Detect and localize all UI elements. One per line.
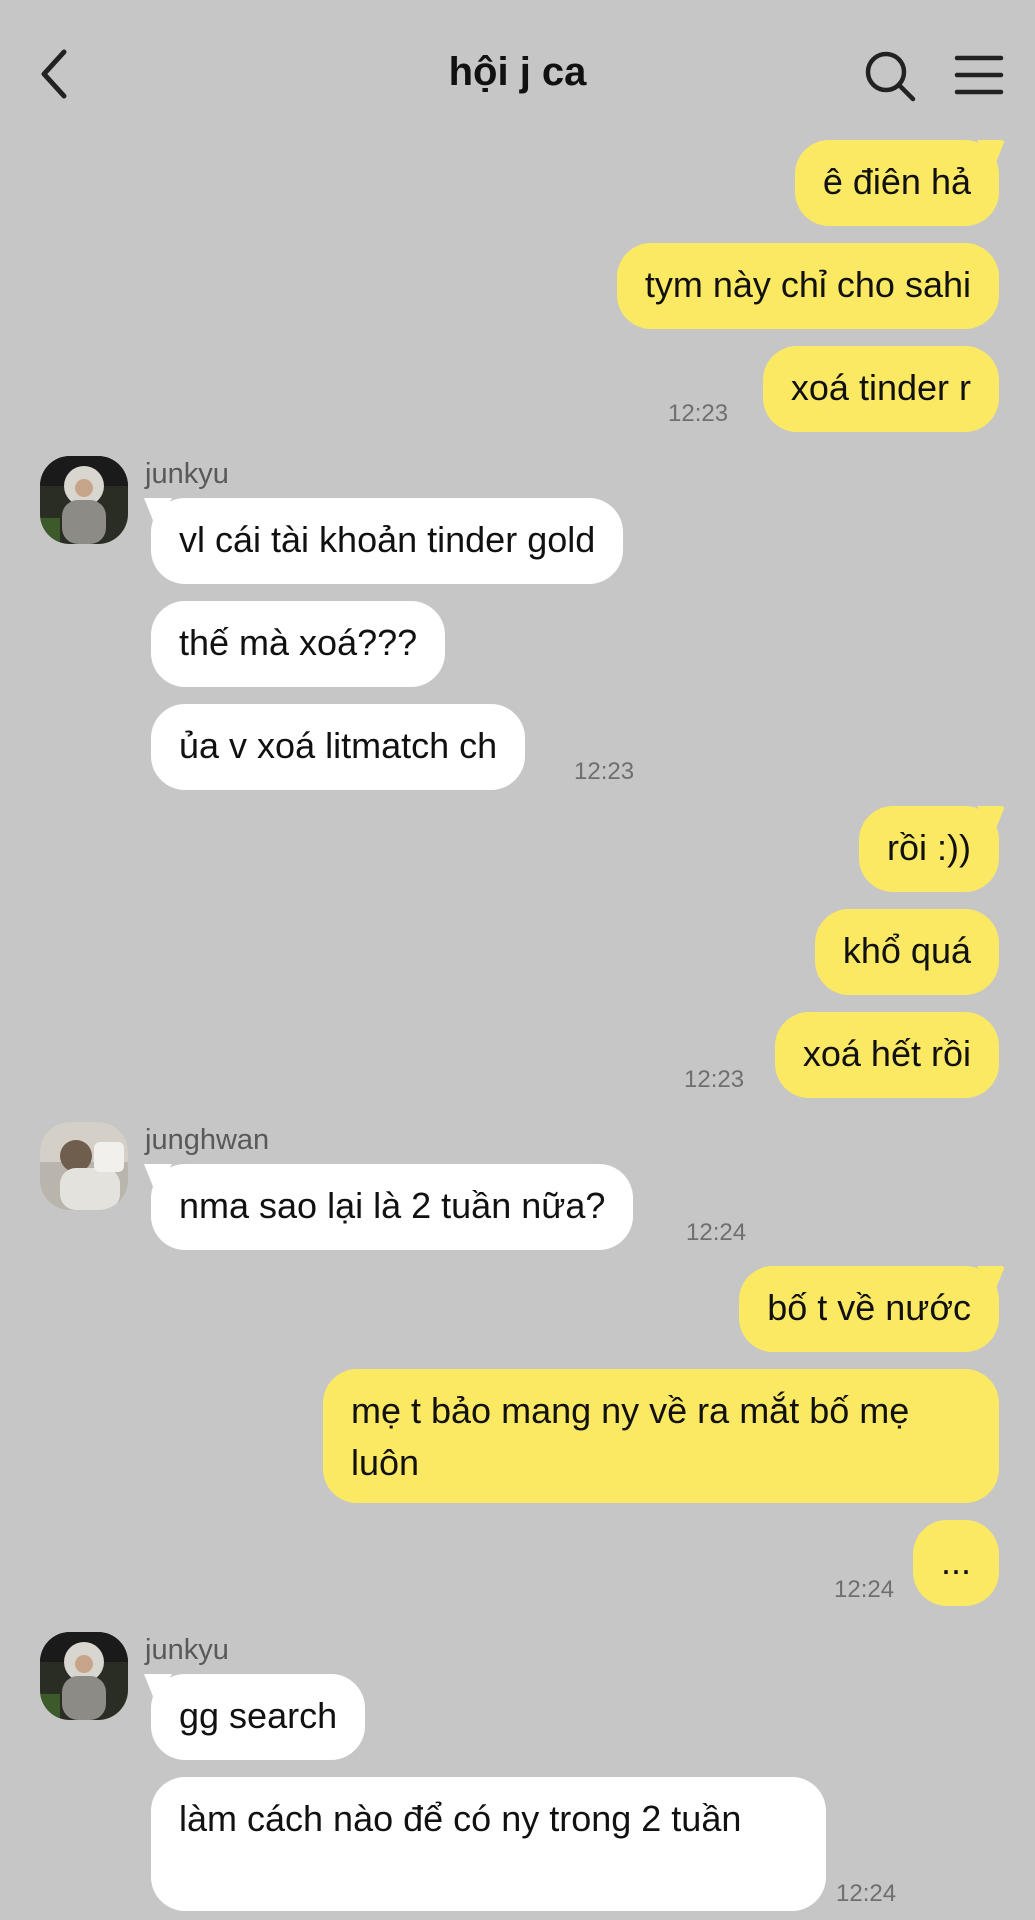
outgoing-message[interactable]: ê điên hả bbox=[794, 140, 999, 226]
outgoing-message[interactable]: khổ quá bbox=[814, 909, 999, 995]
outgoing-message[interactable]: ... bbox=[912, 1520, 999, 1606]
message-timestamp: 12:24 bbox=[836, 1880, 897, 1907]
incoming-message[interactable]: gg search bbox=[151, 1674, 366, 1760]
sender-name: junkyu bbox=[145, 458, 229, 490]
incoming-message[interactable]: thế mà xoá??? bbox=[151, 601, 446, 687]
avatar-photo-icon bbox=[40, 1122, 128, 1210]
sender-name: junkyu bbox=[145, 1634, 229, 1666]
outgoing-message[interactable]: mẹ t bảo mang ny về ra mắt bố mẹ luôn bbox=[323, 1369, 999, 1503]
outgoing-message[interactable]: xoá hết rồi bbox=[774, 1012, 999, 1098]
search-icon bbox=[865, 51, 916, 102]
message-timestamp: 12:23 bbox=[668, 400, 729, 427]
outgoing-message[interactable]: tym này chỉ cho sahi bbox=[616, 243, 999, 329]
avatar-photo-icon bbox=[40, 1632, 128, 1720]
outgoing-message[interactable]: bố t về nước bbox=[739, 1266, 999, 1352]
message-timestamp: 12:24 bbox=[686, 1219, 747, 1246]
avatar-junkyu[interactable] bbox=[40, 456, 128, 544]
message-timestamp: 12:23 bbox=[684, 1066, 745, 1093]
search-button[interactable] bbox=[862, 48, 918, 104]
avatar-junkyu[interactable] bbox=[40, 1632, 128, 1720]
hamburger-menu-icon bbox=[954, 55, 1004, 95]
incoming-message[interactable]: nma sao lại là 2 tuần nữa? bbox=[151, 1164, 634, 1250]
avatar-photo-icon bbox=[40, 456, 128, 544]
sender-name: junghwan bbox=[145, 1124, 270, 1156]
incoming-message[interactable]: ủa v xoá litmatch ch bbox=[151, 704, 526, 790]
incoming-message[interactable]: vl cái tài khoản tinder gold bbox=[151, 498, 624, 584]
avatar-junghwan[interactable] bbox=[40, 1122, 128, 1210]
outgoing-message[interactable]: xoá tinder r bbox=[762, 346, 999, 432]
message-timestamp: 12:23 bbox=[574, 758, 635, 785]
message-timestamp: 12:24 bbox=[834, 1576, 895, 1603]
incoming-message[interactable]: làm cách nào để có ny trong 2 tuần bbox=[151, 1777, 826, 1911]
menu-button[interactable] bbox=[954, 52, 1004, 98]
outgoing-message[interactable]: rồi :)) bbox=[859, 806, 999, 892]
chat-header: hội j ca bbox=[0, 0, 1035, 130]
